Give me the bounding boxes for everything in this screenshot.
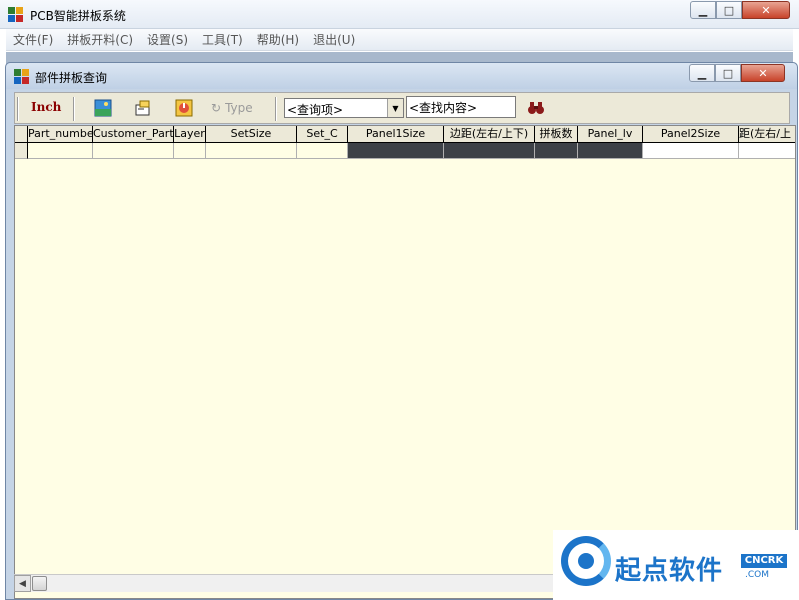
- cell-margin[interactable]: [444, 143, 535, 159]
- chevron-down-icon[interactable]: ▼: [387, 99, 403, 117]
- app-title-bar: PCB智能拼板系统 ▁ □ ✕: [0, 0, 799, 29]
- app-title: PCB智能拼板系统: [30, 9, 126, 23]
- menu-help[interactable]: 帮助(H): [250, 31, 306, 48]
- export-icon[interactable]: [134, 99, 152, 117]
- query-field-value: <查询项>: [287, 103, 344, 117]
- menu-tools[interactable]: 工具(T): [195, 31, 250, 48]
- cell-panel-count[interactable]: [535, 143, 578, 159]
- row-indicator[interactable]: [15, 143, 28, 159]
- row-indicator-header: [15, 126, 28, 143]
- child-window: 部件拼板查询 ▁ □ ✕ Inch ↻ Type <查询项> ▼ <查找内容> …: [5, 62, 798, 600]
- toolbar: Inch ↻ Type <查询项> ▼: [14, 92, 790, 124]
- app-icon: [8, 7, 24, 23]
- watermark-sub: .COM: [745, 570, 769, 580]
- app-caption-buttons: ▁ □ ✕: [690, 1, 790, 19]
- scroll-left-icon[interactable]: ◀: [14, 575, 31, 592]
- col-layer[interactable]: Layer: [174, 126, 206, 143]
- cell-panel2size[interactable]: [643, 143, 739, 159]
- col-setsize[interactable]: SetSize: [206, 126, 297, 143]
- cell-part-number[interactable]: [28, 143, 93, 159]
- minimize-icon[interactable]: ▁: [690, 1, 716, 19]
- col-margin-2[interactable]: 距(左右/上: [739, 126, 795, 143]
- col-panel-lv[interactable]: Panel_lv: [578, 126, 643, 143]
- col-part-number[interactable]: Part_number: [28, 126, 93, 143]
- child-close-icon[interactable]: ✕: [741, 64, 785, 82]
- inch-button[interactable]: Inch: [31, 100, 61, 114]
- menu-file[interactable]: 文件(F): [6, 31, 60, 48]
- toolbar-separator: [73, 97, 75, 121]
- cell-setsize[interactable]: [206, 143, 297, 159]
- col-panel1size[interactable]: Panel1Size: [348, 126, 444, 143]
- cell-panel1size[interactable]: [348, 143, 444, 159]
- col-set-c[interactable]: Set_C: [297, 126, 348, 143]
- col-margin[interactable]: 边距(左右/上下): [444, 126, 535, 143]
- watermark: 起点软件 CNCRK .COM: [553, 530, 799, 600]
- type-button[interactable]: ↻ Type: [211, 101, 253, 115]
- cell-customer-part[interactable]: [93, 143, 174, 159]
- menu-exit[interactable]: 退出(U): [306, 31, 362, 48]
- results-grid[interactable]: Part_number Customer_Part Layer SetSize …: [14, 125, 796, 599]
- col-panel-count[interactable]: 拼板数: [535, 126, 578, 143]
- query-field-select[interactable]: <查询项> ▼: [284, 98, 404, 118]
- col-customer-part[interactable]: Customer_Part: [93, 126, 174, 143]
- child-window-icon: [14, 69, 30, 85]
- cell-margin-2[interactable]: [739, 143, 795, 159]
- close-icon[interactable]: ✕: [742, 1, 790, 19]
- redo-icon: ↻: [211, 101, 222, 115]
- maximize-icon[interactable]: □: [716, 1, 742, 19]
- menu-bar: 文件(F) 拼板开料(C) 设置(S) 工具(T) 帮助(H) 退出(U): [6, 29, 793, 51]
- scroll-thumb[interactable]: [32, 576, 47, 591]
- child-title-bar: 部件拼板查询 ▁ □ ✕: [6, 63, 797, 89]
- cell-layer[interactable]: [174, 143, 206, 159]
- child-caption-buttons: ▁ □ ✕: [689, 64, 785, 82]
- type-label: Type: [225, 101, 253, 115]
- image-icon[interactable]: [94, 99, 112, 117]
- grid-header: Part_number Customer_Part Layer SetSize …: [15, 126, 795, 143]
- table-row[interactable]: [15, 143, 795, 159]
- cell-set-c[interactable]: [297, 143, 348, 159]
- cell-panel-lv[interactable]: [578, 143, 643, 159]
- col-panel2size[interactable]: Panel2Size: [643, 126, 739, 143]
- menu-settings[interactable]: 设置(S): [140, 31, 195, 48]
- child-maximize-icon[interactable]: □: [715, 64, 741, 82]
- child-title: 部件拼板查询: [35, 71, 108, 85]
- brand-logo-icon: [561, 536, 611, 586]
- child-minimize-icon[interactable]: ▁: [689, 64, 715, 82]
- watermark-badge: CNCRK: [741, 554, 787, 568]
- toolbar-separator-2: [275, 97, 277, 121]
- binoculars-icon[interactable]: [527, 99, 545, 117]
- menu-panelize[interactable]: 拼板开料(C): [60, 31, 140, 48]
- search-input[interactable]: [406, 96, 516, 118]
- watermark-brand: 起点软件: [615, 556, 724, 586]
- chart-icon[interactable]: [175, 99, 193, 117]
- toolbar-grip: [17, 97, 19, 121]
